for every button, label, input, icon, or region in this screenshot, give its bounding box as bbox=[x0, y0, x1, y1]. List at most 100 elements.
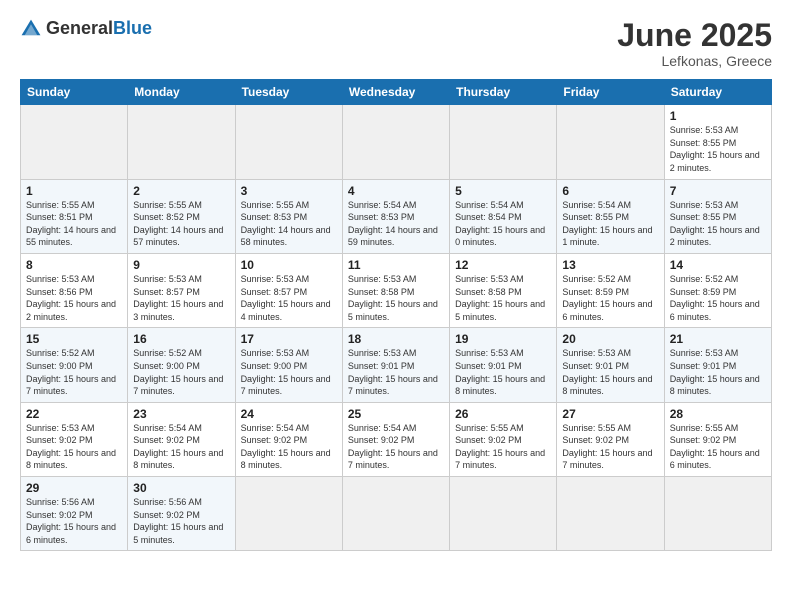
header-monday: Monday bbox=[128, 80, 235, 105]
day-number: 24 bbox=[241, 407, 337, 421]
day-info: Sunrise: 5:53 AMSunset: 9:02 PMDaylight:… bbox=[26, 422, 122, 472]
calendar-cell: 21Sunrise: 5:53 AMSunset: 9:01 PMDayligh… bbox=[664, 328, 771, 402]
calendar-cell bbox=[557, 477, 664, 551]
calendar-cell: 8Sunrise: 5:53 AMSunset: 8:56 PMDaylight… bbox=[21, 253, 128, 327]
header-thursday: Thursday bbox=[450, 80, 557, 105]
calendar-week-0: 1Sunrise: 5:53 AMSunset: 8:55 PMDaylight… bbox=[21, 105, 772, 179]
calendar-cell: 20Sunrise: 5:53 AMSunset: 9:01 PMDayligh… bbox=[557, 328, 664, 402]
day-number: 29 bbox=[26, 481, 122, 495]
month-title: June 2025 bbox=[617, 18, 772, 53]
calendar-cell bbox=[342, 105, 449, 179]
day-number: 25 bbox=[348, 407, 444, 421]
calendar-cell bbox=[557, 105, 664, 179]
day-info: Sunrise: 5:52 AMSunset: 8:59 PMDaylight:… bbox=[562, 273, 658, 323]
calendar-week-5: 29Sunrise: 5:56 AMSunset: 9:02 PMDayligh… bbox=[21, 477, 772, 551]
calendar-cell: 3Sunrise: 5:55 AMSunset: 8:53 PMDaylight… bbox=[235, 179, 342, 253]
day-number: 21 bbox=[670, 332, 766, 346]
calendar-cell: 7Sunrise: 5:53 AMSunset: 8:55 PMDaylight… bbox=[664, 179, 771, 253]
calendar-cell: 9Sunrise: 5:53 AMSunset: 8:57 PMDaylight… bbox=[128, 253, 235, 327]
day-number: 17 bbox=[241, 332, 337, 346]
calendar-cell: 29Sunrise: 5:56 AMSunset: 9:02 PMDayligh… bbox=[21, 477, 128, 551]
day-info: Sunrise: 5:54 AMSunset: 9:02 PMDaylight:… bbox=[348, 422, 444, 472]
day-info: Sunrise: 5:55 AMSunset: 8:52 PMDaylight:… bbox=[133, 199, 229, 249]
calendar-week-4: 22Sunrise: 5:53 AMSunset: 9:02 PMDayligh… bbox=[21, 402, 772, 476]
calendar-cell: 24Sunrise: 5:54 AMSunset: 9:02 PMDayligh… bbox=[235, 402, 342, 476]
calendar-cell: 2Sunrise: 5:55 AMSunset: 8:52 PMDaylight… bbox=[128, 179, 235, 253]
calendar-cell: 16Sunrise: 5:52 AMSunset: 9:00 PMDayligh… bbox=[128, 328, 235, 402]
calendar-cell: 28Sunrise: 5:55 AMSunset: 9:02 PMDayligh… bbox=[664, 402, 771, 476]
calendar-cell: 23Sunrise: 5:54 AMSunset: 9:02 PMDayligh… bbox=[128, 402, 235, 476]
header-sunday: Sunday bbox=[21, 80, 128, 105]
calendar-cell bbox=[235, 477, 342, 551]
day-info: Sunrise: 5:53 AMSunset: 8:57 PMDaylight:… bbox=[133, 273, 229, 323]
day-number: 26 bbox=[455, 407, 551, 421]
day-info: Sunrise: 5:53 AMSunset: 8:55 PMDaylight:… bbox=[670, 124, 766, 174]
location: Lefkonas, Greece bbox=[617, 53, 772, 69]
calendar-cell: 19Sunrise: 5:53 AMSunset: 9:01 PMDayligh… bbox=[450, 328, 557, 402]
day-info: Sunrise: 5:54 AMSunset: 9:02 PMDaylight:… bbox=[241, 422, 337, 472]
day-info: Sunrise: 5:55 AMSunset: 9:02 PMDaylight:… bbox=[562, 422, 658, 472]
calendar-cell: 11Sunrise: 5:53 AMSunset: 8:58 PMDayligh… bbox=[342, 253, 449, 327]
day-number: 12 bbox=[455, 258, 551, 272]
logo-blue: Blue bbox=[113, 18, 152, 38]
calendar-cell: 10Sunrise: 5:53 AMSunset: 8:57 PMDayligh… bbox=[235, 253, 342, 327]
day-info: Sunrise: 5:54 AMSunset: 8:53 PMDaylight:… bbox=[348, 199, 444, 249]
day-number: 28 bbox=[670, 407, 766, 421]
calendar-table: Sunday Monday Tuesday Wednesday Thursday… bbox=[20, 79, 772, 551]
day-info: Sunrise: 5:55 AMSunset: 8:53 PMDaylight:… bbox=[241, 199, 337, 249]
day-number: 30 bbox=[133, 481, 229, 495]
calendar-cell bbox=[342, 477, 449, 551]
logo: GeneralBlue bbox=[20, 18, 152, 40]
day-info: Sunrise: 5:54 AMSunset: 8:55 PMDaylight:… bbox=[562, 199, 658, 249]
calendar-cell bbox=[21, 105, 128, 179]
header-wednesday: Wednesday bbox=[342, 80, 449, 105]
calendar-cell: 15Sunrise: 5:52 AMSunset: 9:00 PMDayligh… bbox=[21, 328, 128, 402]
day-number: 4 bbox=[348, 184, 444, 198]
day-info: Sunrise: 5:56 AMSunset: 9:02 PMDaylight:… bbox=[26, 496, 122, 546]
title-area: June 2025 Lefkonas, Greece bbox=[617, 18, 772, 69]
day-info: Sunrise: 5:52 AMSunset: 9:00 PMDaylight:… bbox=[133, 347, 229, 397]
day-number: 14 bbox=[670, 258, 766, 272]
calendar-cell: 5Sunrise: 5:54 AMSunset: 8:54 PMDaylight… bbox=[450, 179, 557, 253]
day-number: 9 bbox=[133, 258, 229, 272]
calendar-cell bbox=[128, 105, 235, 179]
calendar-header: Sunday Monday Tuesday Wednesday Thursday… bbox=[21, 80, 772, 105]
day-number: 19 bbox=[455, 332, 551, 346]
day-info: Sunrise: 5:53 AMSunset: 9:01 PMDaylight:… bbox=[455, 347, 551, 397]
calendar-cell bbox=[664, 477, 771, 551]
calendar-cell: 1Sunrise: 5:53 AMSunset: 8:55 PMDaylight… bbox=[664, 105, 771, 179]
day-info: Sunrise: 5:53 AMSunset: 8:56 PMDaylight:… bbox=[26, 273, 122, 323]
day-number: 13 bbox=[562, 258, 658, 272]
calendar-cell: 4Sunrise: 5:54 AMSunset: 8:53 PMDaylight… bbox=[342, 179, 449, 253]
day-number: 5 bbox=[455, 184, 551, 198]
day-info: Sunrise: 5:52 AMSunset: 9:00 PMDaylight:… bbox=[26, 347, 122, 397]
calendar-cell: 12Sunrise: 5:53 AMSunset: 8:58 PMDayligh… bbox=[450, 253, 557, 327]
day-number: 18 bbox=[348, 332, 444, 346]
day-number: 6 bbox=[562, 184, 658, 198]
header: GeneralBlue June 2025 Lefkonas, Greece bbox=[20, 18, 772, 69]
calendar-week-1: 1Sunrise: 5:55 AMSunset: 8:51 PMDaylight… bbox=[21, 179, 772, 253]
day-number: 1 bbox=[670, 109, 766, 123]
day-number: 8 bbox=[26, 258, 122, 272]
calendar-cell: 27Sunrise: 5:55 AMSunset: 9:02 PMDayligh… bbox=[557, 402, 664, 476]
day-info: Sunrise: 5:53 AMSunset: 8:58 PMDaylight:… bbox=[455, 273, 551, 323]
logo-icon bbox=[20, 18, 42, 40]
day-number: 15 bbox=[26, 332, 122, 346]
day-info: Sunrise: 5:54 AMSunset: 8:54 PMDaylight:… bbox=[455, 199, 551, 249]
header-row: Sunday Monday Tuesday Wednesday Thursday… bbox=[21, 80, 772, 105]
day-number: 10 bbox=[241, 258, 337, 272]
logo-general: General bbox=[46, 18, 113, 38]
header-tuesday: Tuesday bbox=[235, 80, 342, 105]
day-info: Sunrise: 5:53 AMSunset: 9:00 PMDaylight:… bbox=[241, 347, 337, 397]
day-info: Sunrise: 5:56 AMSunset: 9:02 PMDaylight:… bbox=[133, 496, 229, 546]
calendar-week-2: 8Sunrise: 5:53 AMSunset: 8:56 PMDaylight… bbox=[21, 253, 772, 327]
day-number: 1 bbox=[26, 184, 122, 198]
calendar-cell: 30Sunrise: 5:56 AMSunset: 9:02 PMDayligh… bbox=[128, 477, 235, 551]
day-info: Sunrise: 5:53 AMSunset: 9:01 PMDaylight:… bbox=[670, 347, 766, 397]
day-info: Sunrise: 5:53 AMSunset: 8:58 PMDaylight:… bbox=[348, 273, 444, 323]
calendar-cell: 26Sunrise: 5:55 AMSunset: 9:02 PMDayligh… bbox=[450, 402, 557, 476]
day-number: 3 bbox=[241, 184, 337, 198]
day-number: 2 bbox=[133, 184, 229, 198]
calendar-cell: 17Sunrise: 5:53 AMSunset: 9:00 PMDayligh… bbox=[235, 328, 342, 402]
day-info: Sunrise: 5:52 AMSunset: 8:59 PMDaylight:… bbox=[670, 273, 766, 323]
